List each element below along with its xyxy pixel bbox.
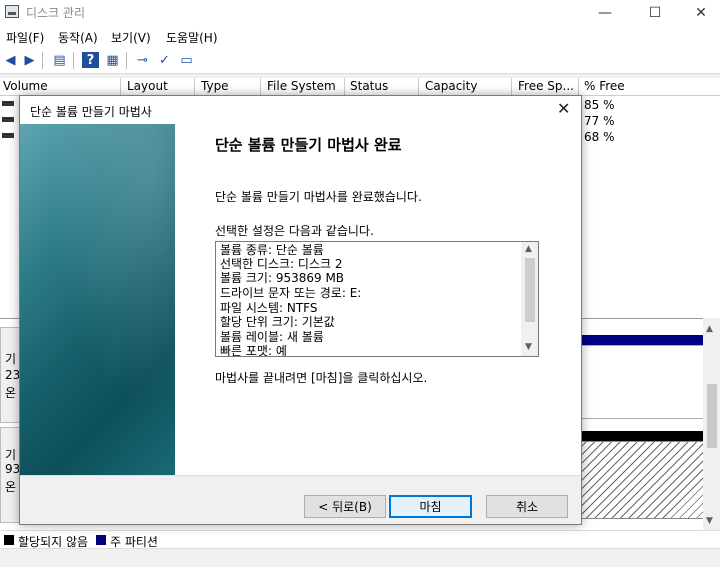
summary-line: 할당 단위 크기: 기본값 bbox=[220, 315, 335, 329]
column-divider[interactable] bbox=[260, 78, 261, 96]
connect-icon[interactable]: ⊸ bbox=[134, 52, 151, 68]
disk-management-icon bbox=[5, 5, 19, 18]
wizard-heading: 단순 볼륨 만들기 마법사 완료 bbox=[215, 136, 402, 154]
volume-list-header: Volume Layout Type File System Status Ca… bbox=[0, 78, 720, 96]
disk-label-line: 기 bbox=[5, 448, 17, 462]
completed-text: 단순 볼륨 만들기 마법사를 완료했습니다. bbox=[215, 190, 422, 204]
new-simple-volume-wizard: 단순 볼륨 만들기 마법사 ✕ 단순 볼륨 만들기 마법사 완료 단순 볼륨 만… bbox=[19, 95, 582, 525]
toolbar-separator bbox=[73, 52, 74, 69]
settings-intro: 선택한 설정은 다음과 같습니다. bbox=[215, 224, 374, 238]
disk-label-line: 온 bbox=[5, 480, 17, 494]
legend-swatch-unallocated bbox=[4, 535, 14, 545]
menu-view[interactable]: 보기(V) bbox=[111, 29, 151, 46]
back-arrow-icon[interactable]: ◀ bbox=[2, 52, 19, 68]
column-divider[interactable] bbox=[194, 78, 195, 96]
volume-percent-free: 68 % bbox=[584, 130, 615, 144]
console-tree-icon[interactable]: ▤ bbox=[51, 52, 68, 68]
volume-icon bbox=[2, 117, 14, 122]
forward-arrow-icon[interactable]: ▶ bbox=[21, 52, 38, 68]
finish-button[interactable]: 마침 bbox=[389, 495, 472, 518]
column-type[interactable]: Type bbox=[201, 79, 229, 93]
column-capacity[interactable]: Capacity bbox=[425, 79, 477, 93]
menu-bar: 파일(F) 동작(A) 보기(V) 도움말(H) bbox=[0, 25, 720, 47]
legend-bar: 할당되지 않음 주 파티션 bbox=[0, 530, 720, 549]
summary-line: 볼륨 종류: 단순 볼륨 bbox=[220, 243, 324, 257]
wizard-side-banner bbox=[20, 124, 175, 475]
close-icon[interactable]: ✕ bbox=[557, 99, 570, 118]
menu-file[interactable]: 파일(F) bbox=[6, 29, 44, 46]
column-divider[interactable] bbox=[418, 78, 419, 96]
scroll-up-icon[interactable]: ▲ bbox=[525, 244, 532, 254]
column-file-system[interactable]: File System bbox=[267, 79, 336, 93]
column-status[interactable]: Status bbox=[350, 79, 388, 93]
volume-percent-free: 85 % bbox=[584, 98, 615, 112]
disk-label-line: 온 bbox=[5, 386, 17, 400]
column-layout[interactable]: Layout bbox=[127, 79, 168, 93]
disk-label-line: 기 bbox=[5, 352, 17, 366]
properties-icon[interactable]: ▦ bbox=[104, 52, 121, 68]
wizard-content: 단순 볼륨 만들기 마법사 완료 단순 볼륨 만들기 마법사를 완료했습니다. … bbox=[175, 124, 581, 475]
toolbar-separator bbox=[126, 52, 127, 69]
close-window-button[interactable]: ✕ bbox=[678, 0, 720, 25]
settings-icon[interactable]: ▭ bbox=[178, 52, 195, 68]
disk-label-line: 23 bbox=[5, 368, 21, 382]
summary-line: 빠른 포맷: 예 bbox=[220, 344, 287, 357]
column-free-space[interactable]: Free Sp... bbox=[518, 79, 574, 93]
disk-pane-scrollbar[interactable]: ▲ ▼ bbox=[703, 318, 720, 530]
dialog-button-bar: < 뒤로(B) 마침 취소 bbox=[20, 475, 581, 524]
scroll-down-icon[interactable]: ▼ bbox=[525, 342, 532, 352]
window-titlebar: 디스크 관리 — ☐ ✕ bbox=[0, 0, 720, 25]
back-button[interactable]: < 뒤로(B) bbox=[304, 495, 386, 518]
scroll-down-icon[interactable]: ▼ bbox=[706, 516, 713, 526]
status-bar bbox=[0, 548, 720, 567]
volume-icon bbox=[2, 101, 14, 106]
finish-instruction: 마법사를 끝내려면 [마침]을 클릭하십시오. bbox=[215, 371, 428, 385]
column-divider[interactable] bbox=[120, 78, 121, 96]
scroll-up-icon[interactable]: ▲ bbox=[706, 324, 713, 334]
toolbar-separator bbox=[42, 52, 43, 69]
help-icon[interactable]: ? bbox=[82, 52, 99, 68]
column-divider[interactable] bbox=[578, 78, 579, 96]
disk-label-line: 93 bbox=[5, 462, 21, 476]
disk-label[interactable]: 기 23 온 bbox=[0, 327, 20, 423]
summary-scrollbar-thumb[interactable] bbox=[525, 258, 535, 322]
summary-scrollbar[interactable]: ▲ ▼ bbox=[521, 242, 538, 356]
dialog-title: 단순 볼륨 만들기 마법사 bbox=[30, 105, 152, 119]
volume-percent-free: 77 % bbox=[584, 114, 615, 128]
unallocated-header bbox=[580, 431, 714, 441]
unallocated-block[interactable] bbox=[580, 441, 714, 519]
primary-partition-header bbox=[580, 335, 714, 345]
column-percent-free[interactable]: % Free bbox=[584, 79, 625, 93]
summary-line: 파일 시스템: NTFS bbox=[220, 301, 318, 315]
summary-line: 선택한 디스크: 디스크 2 bbox=[220, 257, 343, 271]
disk-label[interactable]: 기 93 온 bbox=[0, 427, 20, 523]
toolbar: ◀ ▶ ▤ ? ▦ ⊸ ✓ ▭ bbox=[0, 47, 720, 74]
menu-help[interactable]: 도움말(H) bbox=[166, 29, 218, 46]
legend-swatch-primary bbox=[96, 535, 106, 545]
primary-partition-block[interactable] bbox=[580, 345, 714, 419]
volume-icon bbox=[2, 133, 14, 138]
check-icon[interactable]: ✓ bbox=[156, 52, 173, 68]
maximize-button[interactable]: ☐ bbox=[632, 0, 678, 25]
dialog-titlebar: 단순 볼륨 만들기 마법사 ✕ bbox=[20, 96, 581, 124]
minimize-button[interactable]: — bbox=[582, 0, 628, 25]
summary-line: 볼륨 레이블: 새 볼륨 bbox=[220, 330, 324, 344]
menu-action[interactable]: 동작(A) bbox=[58, 29, 98, 46]
summary-line: 볼륨 크기: 953869 MB bbox=[220, 271, 345, 285]
column-divider[interactable] bbox=[344, 78, 345, 96]
summary-line: 드라이브 문자 또는 경로: E: bbox=[220, 286, 362, 300]
scrollbar-thumb[interactable] bbox=[707, 384, 717, 448]
window-title: 디스크 관리 bbox=[26, 6, 86, 20]
settings-summary-box[interactable]: 볼륨 종류: 단순 볼륨 선택한 디스크: 디스크 2 볼륨 크기: 95386… bbox=[215, 241, 539, 357]
cancel-button[interactable]: 취소 bbox=[486, 495, 568, 518]
column-volume[interactable]: Volume bbox=[3, 79, 48, 93]
column-divider[interactable] bbox=[511, 78, 512, 96]
